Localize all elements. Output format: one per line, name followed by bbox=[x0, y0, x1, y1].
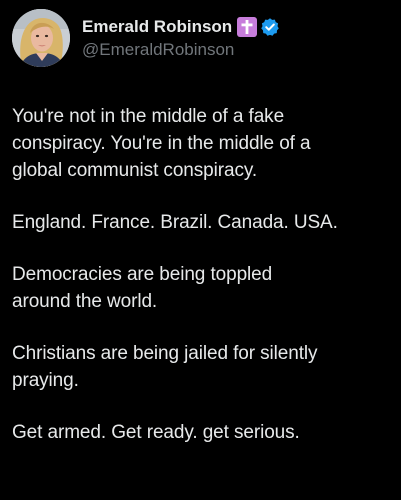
tweet-paragraph: England. France. Brazil. Canada. USA. bbox=[12, 212, 338, 233]
tweet-paragraph: You're not in the middle of a fake consp… bbox=[12, 106, 311, 181]
verified-check-icon[interactable] bbox=[260, 17, 280, 37]
tweet-text: You're not in the middle of a fake consp… bbox=[12, 103, 392, 471]
profile-photo-icon bbox=[12, 9, 70, 67]
tweet-header: Emerald Robinson @EmeraldRobinson bbox=[12, 8, 280, 68]
display-name[interactable]: Emerald Robinson bbox=[82, 17, 232, 37]
avatar[interactable] bbox=[12, 9, 70, 67]
author-names: Emerald Robinson @EmeraldRobinson bbox=[82, 16, 280, 60]
author-handle[interactable]: @EmeraldRobinson bbox=[82, 40, 280, 60]
tweet-paragraph: Democracies are being toppled around the… bbox=[12, 264, 273, 312]
tweet-paragraph: Christians are being jailed for silently… bbox=[12, 343, 318, 391]
tweet-paragraph: Get armed. Get ready. get serious. bbox=[12, 422, 300, 443]
cross-icon bbox=[237, 17, 258, 37]
tweet-card: Emerald Robinson @EmeraldRobinson You're… bbox=[0, 0, 401, 500]
name-row: Emerald Robinson bbox=[82, 16, 280, 38]
